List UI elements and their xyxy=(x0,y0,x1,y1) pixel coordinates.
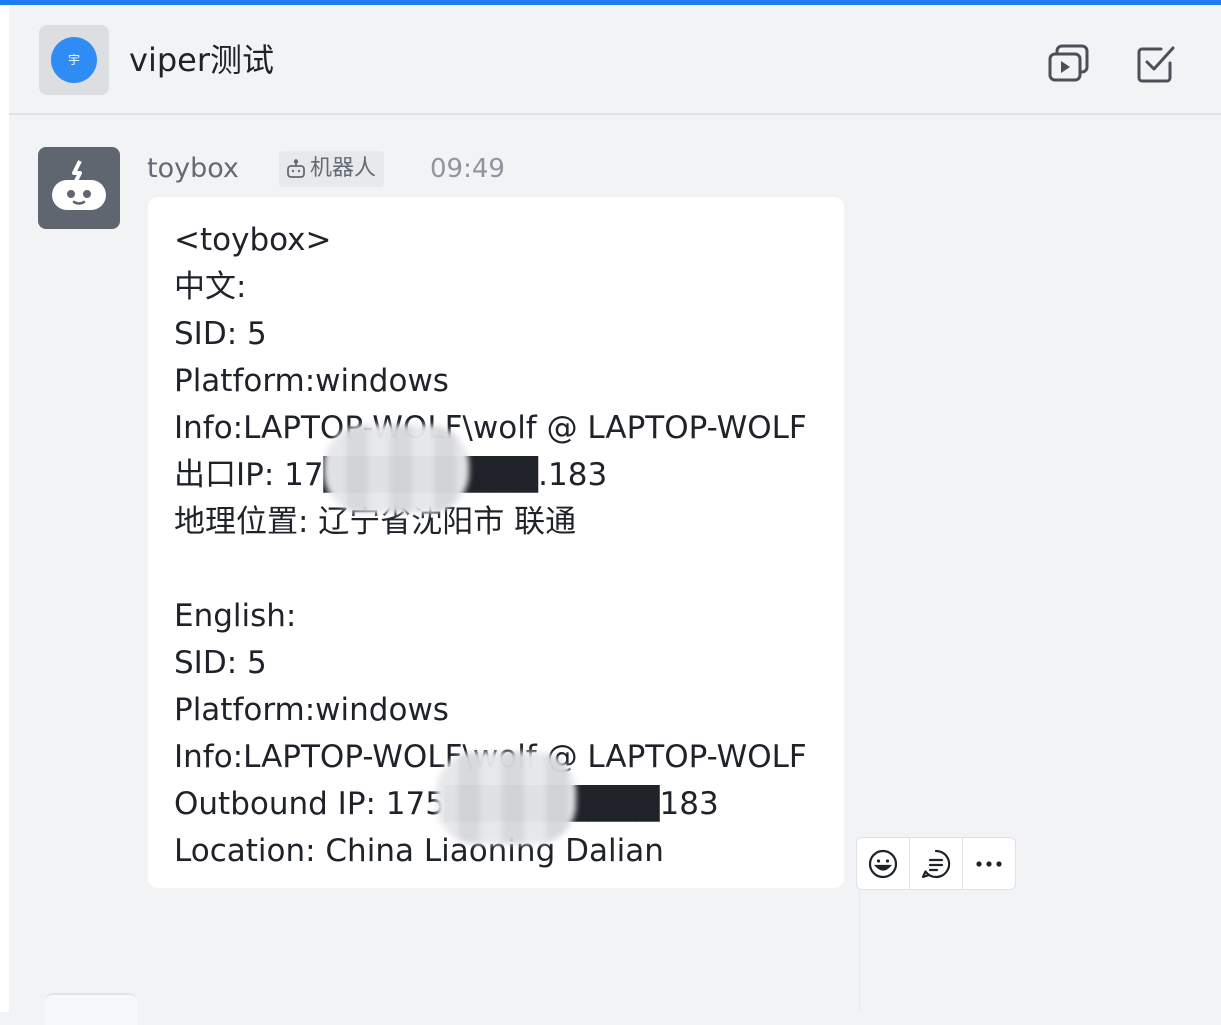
message-bubble[interactable]: <toybox> 中文: SID: 5 Platform:windows Inf… xyxy=(148,197,844,888)
message-line: 中文: xyxy=(174,269,247,305)
message-line: 出口IP: 17█████████.183 xyxy=(174,457,607,493)
reply-comment-icon[interactable] xyxy=(910,838,963,889)
bot-avatar[interactable] xyxy=(38,147,120,229)
message-line: <toybox> xyxy=(174,222,332,258)
pane-divider xyxy=(859,891,860,1012)
message-line xyxy=(174,546,818,593)
chat-title[interactable]: viper测试 xyxy=(129,39,274,81)
more-icon[interactable] xyxy=(963,838,1015,889)
sender-name[interactable]: toybox xyxy=(147,151,239,187)
message-line: Platform:windows xyxy=(174,363,449,399)
group-avatar[interactable]: 宇 xyxy=(39,25,109,95)
group-avatar-circle: 宇 xyxy=(51,37,97,83)
message-list: toybox 机器人 09:49 <toybox> 中文: SID: 5 Pla… xyxy=(9,115,1221,1025)
emoji-reaction-icon[interactable] xyxy=(857,838,910,889)
screen-share-icon[interactable] xyxy=(1046,41,1092,87)
message-actions xyxy=(856,837,1016,890)
bot-badge: 机器人 xyxy=(279,151,385,187)
message-line: Platform:windows xyxy=(174,692,449,728)
robot-icon xyxy=(287,159,305,178)
chat-header: 宇 viper测试 xyxy=(9,5,1221,115)
task-check-icon[interactable] xyxy=(1133,41,1179,87)
message-time: 09:49 xyxy=(430,154,505,184)
bot-badge-label: 机器人 xyxy=(310,156,377,181)
message-line: SID: 5 xyxy=(174,645,267,681)
message-line: Info:LAPTOP-WOLF\wolf @ LAPTOP-WOLF xyxy=(174,410,807,446)
message-line: SID: 5 xyxy=(174,316,267,352)
composer-tab[interactable] xyxy=(45,993,137,1025)
redaction-blur xyxy=(324,425,469,513)
message-line: 地理位置: 辽宁省沈阳市 联通 xyxy=(174,504,577,540)
left-edge xyxy=(0,5,9,1012)
message-line: English: xyxy=(174,598,297,634)
redaction-blur xyxy=(436,752,576,844)
